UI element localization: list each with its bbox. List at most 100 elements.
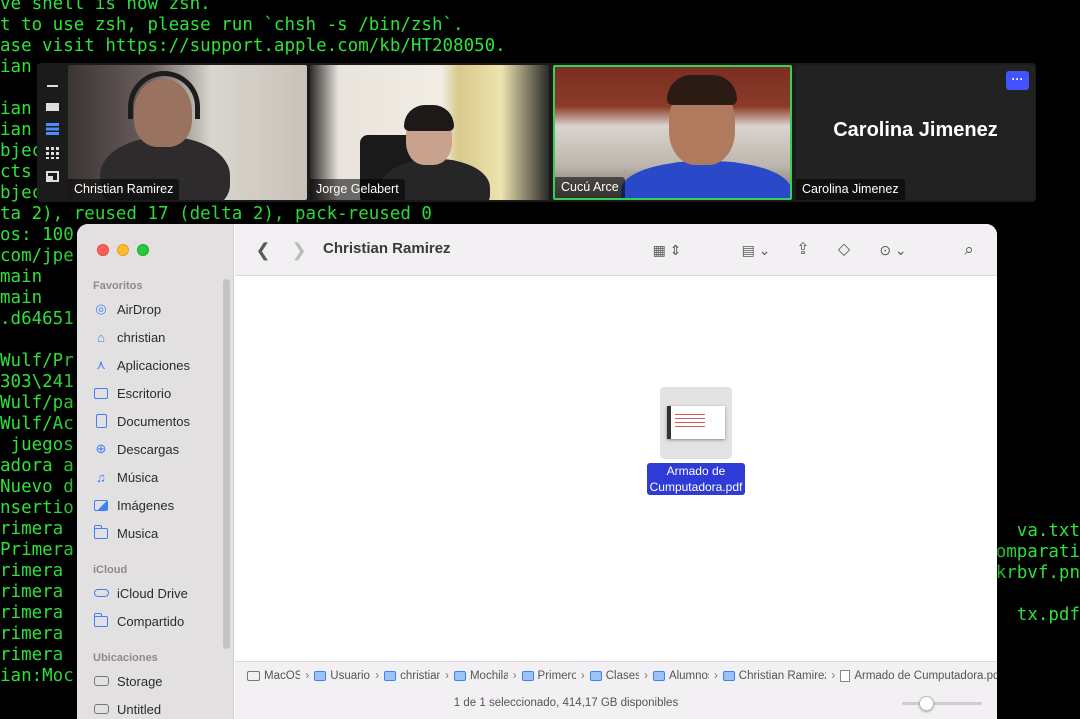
file-name-label[interactable]: Armado de Cumputadora.pdf (646, 463, 746, 495)
sidebar-scrollbar[interactable] (223, 279, 230, 649)
applications-icon: ⋏ (96, 357, 106, 372)
sidebar-item-label: Storage (117, 673, 163, 689)
disk-icon (247, 670, 260, 681)
path-segment-christian-ramirez[interactable]: Christian Ramirez (722, 670, 826, 682)
window-title: Christian Ramirez (323, 240, 451, 257)
download-icon: ⊕ (95, 441, 107, 456)
path-segment-mochila[interactable]: Mochila (453, 670, 508, 682)
tag-button[interactable]: ◇ (832, 238, 856, 262)
icon-size-slider[interactable] (902, 696, 982, 711)
group-button[interactable]: ▤ ⌄ (737, 238, 775, 262)
group-grid-icon: ▤ ⌄ (741, 242, 771, 258)
search-button[interactable]: ⌕ (957, 238, 981, 262)
music-icon: ♫ (96, 469, 106, 485)
sidebar-item-label: Documentos (117, 413, 190, 429)
more-options-button[interactable]: ··· (1006, 71, 1029, 90)
forward-button[interactable]: ❯ (289, 238, 309, 262)
participant-hair (404, 105, 454, 131)
pdf-icon (840, 669, 851, 682)
sidebar-section-favorites: Favoritos (93, 280, 143, 292)
participant-name: Carolina Jimenez (796, 179, 905, 200)
sidebar-item-label: christian (117, 329, 166, 345)
gallery-view-icon[interactable] (45, 147, 59, 159)
sidebar-item-label: Imágenes (117, 497, 175, 513)
path-segment-file[interactable]: Armado de Cumputadora.pdf (840, 669, 997, 682)
home-folder-icon (384, 670, 397, 681)
back-button[interactable]: ❮ (253, 238, 273, 262)
icon-grid-icon: ▦ ⇕ (652, 242, 682, 258)
folder-icon (93, 524, 109, 541)
sidebar-item-compartido[interactable]: Compartido (93, 609, 223, 633)
terminal-line-fragment: tx.pdf (1016, 605, 1080, 625)
sidebar-item-label: Untitled (117, 701, 162, 717)
folder-icon (589, 670, 602, 681)
participant-no-video-name: Carolina Jimenez (833, 119, 998, 141)
zoom-window-button[interactable] (137, 244, 149, 256)
sidebar-item-escritorio[interactable]: Escritorio (93, 381, 223, 405)
disk-icon (93, 673, 109, 689)
path-segment-macos[interactable]: MacOS (247, 670, 300, 682)
sidebar-item-airdrop[interactable]: ◎ AirDrop (93, 297, 223, 321)
sidebar-item-musica-app[interactable]: ♫ Música (93, 465, 223, 489)
participant-name: Cucú Arce (555, 177, 625, 198)
chevron-left-icon: ❮ (255, 240, 271, 260)
minimize-window-button[interactable] (117, 244, 129, 256)
participant-hair (667, 75, 737, 105)
participant-tile-3-active-speaker[interactable]: Cucú Arce (553, 65, 792, 200)
strip-view-icon[interactable] (45, 123, 59, 135)
pdf-thumbnail (660, 387, 732, 459)
icloud-icon (93, 585, 109, 601)
finder-sidebar: Favoritos ◎ AirDrop ⌂ christian ⋏ Aplica… (77, 224, 234, 719)
sidebar-item-label: Compartido (117, 613, 185, 629)
sidebar-item-label: AirDrop (117, 301, 162, 317)
participant-video (621, 161, 790, 198)
sidebar-item-christian[interactable]: ⌂ christian (93, 325, 223, 349)
participant-name: Jorge Gelabert (310, 179, 405, 200)
share-button[interactable]: ⇪ (791, 238, 815, 262)
sidebar-item-aplicaciones[interactable]: ⋏ Aplicaciones (93, 353, 223, 377)
home-icon: ⌂ (97, 329, 105, 345)
sidebar-item-untitled[interactable]: Untitled (93, 697, 223, 719)
participant-tile-2[interactable]: Jorge Gelabert (310, 65, 549, 200)
path-separator: › (512, 669, 517, 682)
participant-tile-4[interactable]: ··· Carolina Jimenez Carolina Jimenez (796, 65, 1035, 200)
ellipsis-circle-icon: ⊙ ⌄ (879, 242, 907, 258)
participant-tile-1[interactable]: Christian Ramirez (68, 65, 307, 200)
path-segment-alumnos[interactable]: Alumnos (652, 670, 709, 682)
more-actions-button[interactable]: ⊙ ⌄ (875, 238, 911, 262)
sidebar-item-storage[interactable]: Storage (93, 669, 223, 693)
path-segment-christian[interactable]: christian (384, 670, 440, 682)
pip-view-icon[interactable] (45, 171, 59, 182)
path-segment-usuarios[interactable]: Usuarios (314, 670, 370, 682)
path-separator: › (644, 669, 648, 682)
folder-icon (521, 670, 534, 681)
folder-icon (722, 670, 735, 681)
chevron-right-icon: ❯ (291, 240, 307, 260)
sidebar-item-documentos[interactable]: Documentos (93, 409, 223, 433)
sidebar-item-descargas[interactable]: ⊕ Descargas (93, 437, 223, 461)
path-segment-clases[interactable]: Clases (589, 670, 639, 682)
folder-icon (652, 670, 665, 681)
disk-icon (93, 701, 109, 717)
path-bar: MacOS › Usuarios › christian › Mochila ›… (235, 661, 997, 689)
file-item-pdf[interactable]: Armado de Cumputadora.pdf (641, 387, 751, 496)
sidebar-item-icloud-drive[interactable]: iCloud Drive (93, 581, 223, 605)
path-separator: › (580, 669, 585, 682)
path-segment-primero[interactable]: Primero (521, 670, 576, 682)
zoom-meeting-strip: Christian Ramirez Jorge Gelabert Cucú Ar… (37, 63, 1036, 202)
document-icon (93, 413, 109, 429)
view-mode-button[interactable]: ▦ ⇕ (649, 238, 685, 262)
sidebar-item-musica-folder[interactable]: Musica (93, 521, 223, 545)
sidebar-item-label: Musica (117, 525, 159, 541)
finder-content: ❮ ❯ Christian Ramirez ▦ ⇕ ▤ ⌄ ⇪ ◇ ⊙ ⌄ ⌕ … (235, 224, 997, 719)
sidebar-item-label: iCloud Drive (117, 585, 188, 601)
terminal-line-fragment: omparati (995, 542, 1080, 562)
path-separator: › (713, 669, 718, 682)
path-separator: › (831, 669, 836, 682)
sidebar-item-imagenes[interactable]: Imágenes (93, 493, 223, 517)
status-text: 1 de 1 seleccionado, 414,17 GB disponibl… (453, 697, 679, 709)
minimize-icon[interactable] (46, 81, 59, 91)
close-window-button[interactable] (97, 244, 109, 256)
icon-size-slider-knob[interactable] (918, 696, 934, 711)
speaker-view-icon[interactable] (45, 103, 59, 111)
